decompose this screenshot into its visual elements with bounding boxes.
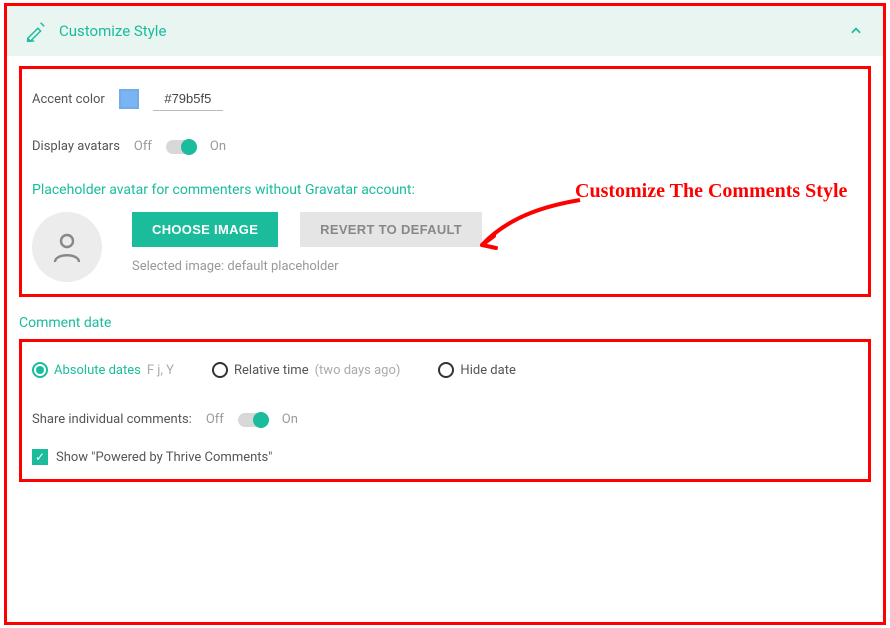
radio-absolute-dates[interactable]: Absolute dates F j, Y [32, 362, 174, 378]
display-avatars-label: Display avatars [32, 139, 120, 154]
radio-relative-time[interactable]: Relative time (two days ago) [212, 362, 400, 378]
panel-header[interactable]: Customize Style [7, 6, 883, 56]
powered-by-label: Show "Powered by Thrive Comments" [56, 450, 272, 465]
share-on-label: On [282, 412, 298, 427]
comment-date-heading: Comment date [19, 315, 883, 331]
powered-by-checkbox[interactable]: ✓ [32, 449, 48, 465]
accent-color-swatch[interactable] [119, 89, 139, 109]
panel-title: Customize Style [59, 22, 166, 40]
style-icon [25, 20, 47, 42]
selected-image-text: Selected image: default placeholder [132, 259, 482, 274]
toggle-on-label: On [210, 139, 226, 154]
choose-image-button[interactable]: CHOOSE IMAGE [132, 212, 278, 247]
collapse-icon[interactable] [849, 24, 863, 38]
toggle-off-label: Off [134, 139, 152, 154]
share-off-label: Off [206, 412, 224, 427]
share-comments-label: Share individual comments: [32, 412, 192, 427]
highlight-box-bottom: Absolute dates F j, Y Relative time (two… [19, 339, 871, 482]
radio-hide-date[interactable]: Hide date [438, 362, 515, 378]
annotation-text: Customize The Comments Style [575, 180, 847, 203]
accent-color-label: Accent color [32, 92, 105, 107]
accent-color-input[interactable] [153, 87, 223, 111]
share-comments-toggle[interactable] [238, 413, 268, 427]
display-avatars-toggle[interactable] [166, 140, 196, 154]
avatar-placeholder [32, 212, 102, 282]
revert-default-button[interactable]: REVERT TO DEFAULT [300, 212, 482, 247]
